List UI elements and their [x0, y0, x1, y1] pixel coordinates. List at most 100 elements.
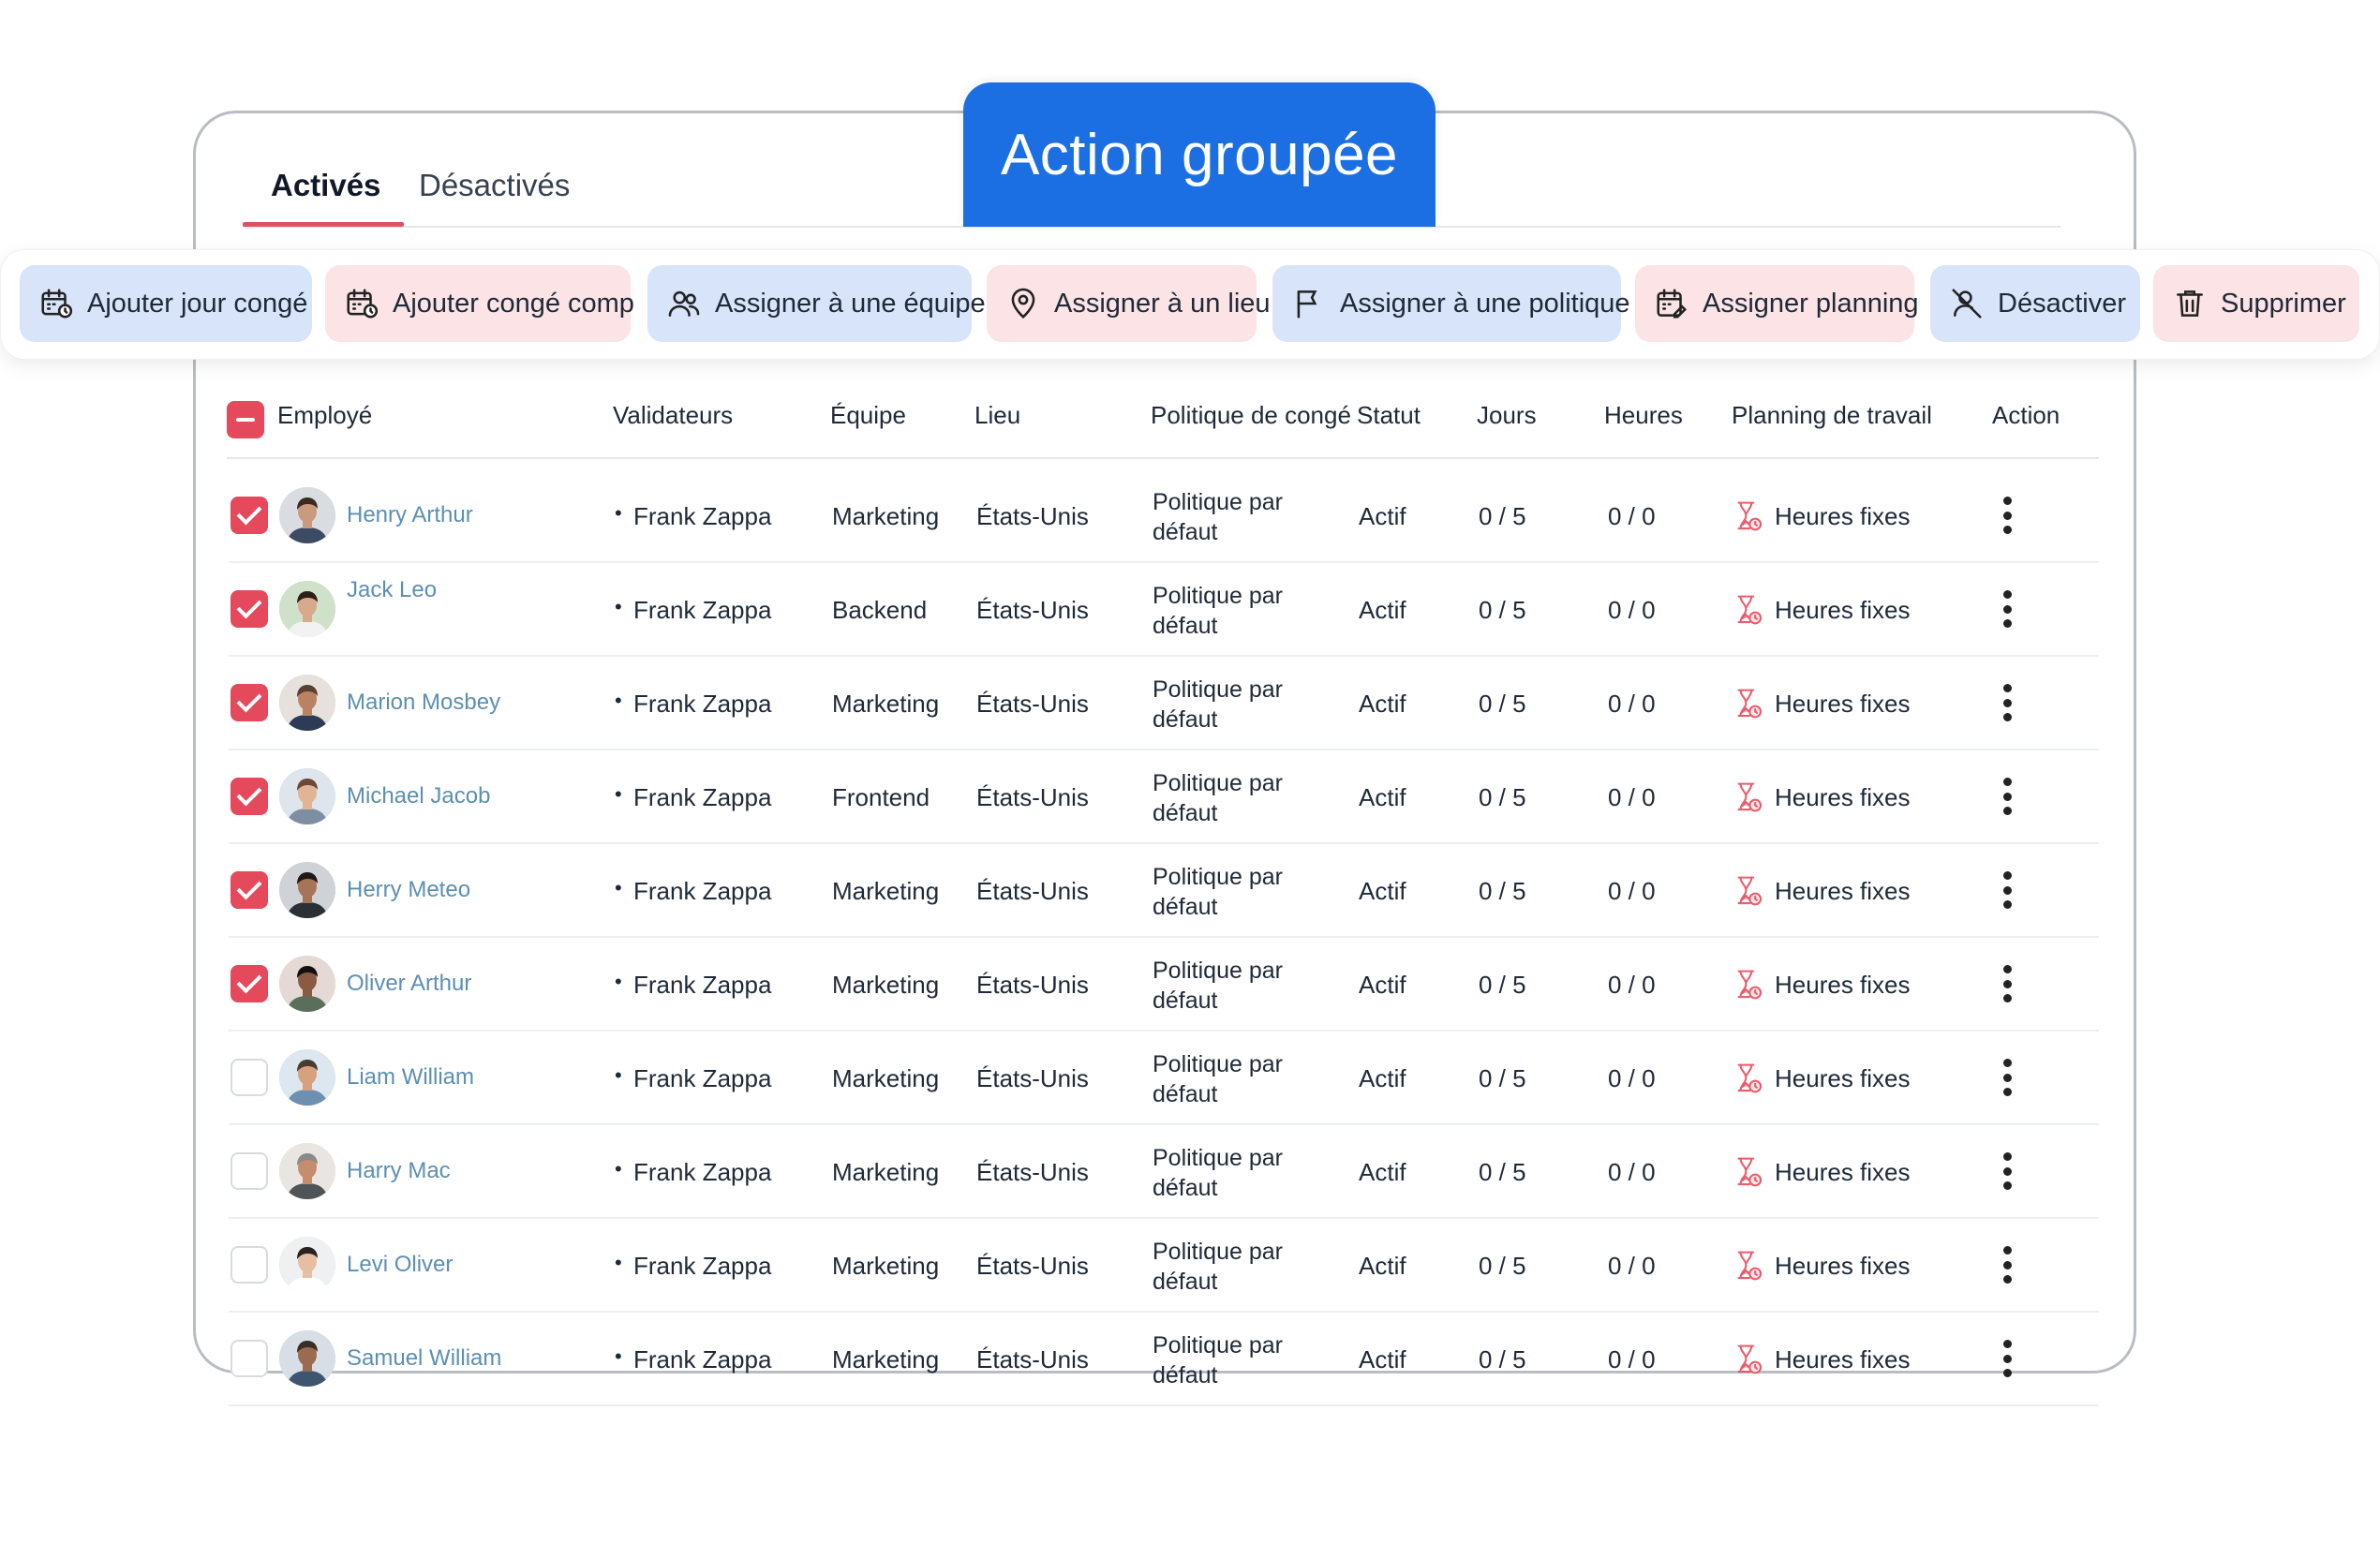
tab-actives[interactable]: Activés — [271, 168, 380, 203]
employee-name-link[interactable]: Levi Oliver — [347, 1252, 453, 1278]
toolbar-button-label: Assigner à une politique — [1340, 288, 1630, 319]
table-row[interactable]: Henry Arthur Frank Zappa Marketing États-Un… — [225, 468, 2099, 563]
team-cell: Backend — [832, 596, 928, 624]
team-cell: Frontend — [832, 783, 930, 811]
policy-cell: Politique par défaut — [1153, 768, 1283, 828]
team-cell: Marketing — [832, 502, 940, 530]
validator-cell: Frank Zappa — [615, 782, 771, 812]
row-checkbox[interactable] — [231, 1246, 268, 1284]
hours-cell: 0 / 0 — [1608, 1064, 1656, 1092]
table-row[interactable]: Jack Leo Frank Zappa Backend États-Unis Poli… — [225, 562, 2099, 657]
avatar — [279, 1143, 335, 1199]
row-checkbox[interactable] — [231, 1152, 268, 1190]
policy-line-1: Politique par — [1153, 770, 1283, 796]
schedule-label: Heures fixes — [1775, 1063, 1911, 1092]
table-row[interactable]: Oliver Arthur Frank Zappa Marketing États-U… — [225, 937, 2099, 1032]
header-action: Action — [1992, 401, 2060, 429]
team-cell: Marketing — [832, 1158, 940, 1186]
team-cell: Marketing — [832, 1252, 940, 1280]
row-more-icon[interactable] — [1996, 1246, 2018, 1284]
employee-name-link[interactable]: Samuel William — [347, 1345, 501, 1372]
employee-name-link[interactable]: Marion Mosbey — [347, 690, 500, 716]
row-checkbox[interactable] — [231, 1059, 268, 1096]
toolbar-button-1[interactable]: Ajouter jour congé — [20, 265, 312, 342]
schedule-label: Heures fixes — [1775, 876, 1911, 905]
toolbar-button-3[interactable]: Assigner à une équipe — [647, 265, 986, 342]
schedule-label: Heures fixes — [1775, 501, 1911, 530]
header-schedule: Planning de travail — [1732, 401, 1932, 429]
trash-icon — [2172, 286, 2208, 321]
row-more-icon[interactable] — [1996, 965, 2018, 1002]
table-row[interactable]: Liam William Frank Zappa Marketing États-Un… — [225, 1031, 2099, 1125]
team-cell: Marketing — [832, 1064, 940, 1092]
employee-name-link[interactable]: Michael Jacob — [347, 783, 490, 809]
select-all-checkbox[interactable] — [227, 401, 264, 438]
table-row[interactable]: Michael Jacob Frank Zappa Frontend États-Un… — [225, 750, 2099, 844]
row-more-icon[interactable] — [1996, 1152, 2018, 1190]
hourglass-icon — [1733, 594, 1763, 626]
hourglass-icon — [1733, 1344, 1763, 1375]
row-checkbox[interactable] — [231, 684, 268, 721]
row-checkbox[interactable] — [231, 871, 268, 909]
row-more-icon[interactable] — [1996, 1340, 2018, 1377]
validator-cell: Frank Zappa — [615, 501, 771, 531]
toolbar-button-6[interactable]: Assigner planning — [1635, 265, 1919, 342]
toolbar-button-4[interactable]: Assigner à un lieu — [987, 265, 1271, 342]
row-more-icon[interactable] — [1996, 497, 2018, 534]
policy-line-1: Politique par — [1153, 1145, 1283, 1171]
toolbar-button-7[interactable]: Désactiver — [1930, 265, 2140, 342]
toolbar-button-8[interactable]: Supprimer — [2153, 265, 2359, 342]
status-cell: Actif — [1359, 596, 1406, 624]
hours-cell: 0 / 0 — [1608, 1158, 1656, 1186]
calendar-clock-icon — [344, 286, 379, 321]
row-more-icon[interactable] — [1996, 778, 2018, 815]
table-row[interactable]: Marion Mosbey Frank Zappa Marketing États-U… — [225, 656, 2099, 750]
hours-cell: 0 / 0 — [1608, 502, 1656, 530]
toolbar-button-5[interactable]: Assigner à une politique — [1272, 265, 1630, 342]
avatar — [279, 675, 335, 731]
employee-name-link[interactable]: Henry Arthur — [347, 502, 473, 528]
days-cell: 0 / 5 — [1479, 783, 1526, 811]
employee-name-link[interactable]: Liam William — [347, 1064, 474, 1091]
employee-name-link[interactable]: Harry Mac — [347, 1158, 451, 1184]
header-employee: Employé — [277, 401, 373, 429]
avatar — [279, 768, 335, 824]
avatar — [279, 956, 335, 1012]
policy-cell: Politique par défaut — [1153, 675, 1283, 735]
table-row[interactable]: Harry Mac Frank Zappa Marketing États-Unis P… — [225, 1124, 2099, 1219]
hours-cell: 0 / 0 — [1608, 877, 1656, 905]
row-more-icon[interactable] — [1996, 871, 2018, 909]
days-cell: 0 / 5 — [1479, 877, 1526, 905]
team-cell: Marketing — [832, 877, 940, 905]
row-more-icon[interactable] — [1996, 684, 2018, 721]
bulk-action-badge: Action groupée — [963, 82, 1435, 227]
days-cell: 0 / 5 — [1479, 1345, 1526, 1373]
schedule-label: Heures fixes — [1775, 1251, 1911, 1280]
row-more-icon[interactable] — [1996, 590, 2018, 628]
employee-name-link[interactable]: Oliver Arthur — [347, 971, 471, 997]
row-checkbox[interactable] — [231, 965, 268, 1002]
toolbar-button-2[interactable]: Ajouter congé comp — [325, 265, 634, 342]
row-checkbox[interactable] — [231, 778, 268, 815]
header-policy: Politique de congé — [1151, 401, 1351, 429]
row-checkbox[interactable] — [231, 590, 268, 628]
header-days: Jours — [1477, 401, 1537, 429]
employee-name-link[interactable]: Herry Meteo — [347, 877, 470, 903]
location-cell: États-Unis — [976, 596, 1089, 624]
employee-name-link[interactable]: Jack Leo — [347, 577, 437, 603]
row-more-icon[interactable] — [1996, 1059, 2018, 1096]
policy-cell: Politique par défaut — [1153, 1049, 1283, 1109]
row-checkbox[interactable] — [231, 497, 268, 534]
policy-cell: Politique par défaut — [1153, 581, 1283, 641]
policy-line-2: défaut — [1153, 1081, 1218, 1107]
policy-cell: Politique par défaut — [1153, 956, 1283, 1016]
row-checkbox[interactable] — [231, 1340, 268, 1377]
table-row[interactable]: Levi Oliver Frank Zappa Marketing États-Uni… — [225, 1218, 2099, 1313]
tab-desactives[interactable]: Désactivés — [419, 168, 570, 203]
table-row[interactable]: Herry Meteo Frank Zappa Marketing États-Uni… — [225, 843, 2099, 938]
days-cell: 0 / 5 — [1479, 690, 1526, 718]
policy-line-1: Politique par — [1153, 864, 1283, 890]
table-row[interactable]: Samuel William Frank Zappa Marketing États-… — [225, 1312, 2099, 1406]
status-cell: Actif — [1359, 502, 1406, 530]
policy-line-1: Politique par — [1153, 583, 1283, 609]
